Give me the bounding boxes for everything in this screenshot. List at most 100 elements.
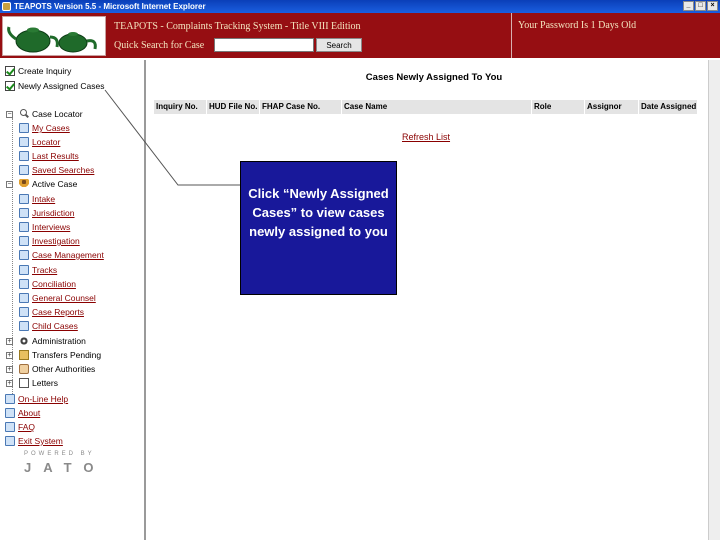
sidebar-item-label: My Cases bbox=[32, 123, 70, 133]
sidebar-item-tracks[interactable]: Tracks bbox=[19, 265, 57, 275]
window-controls: _ □ × bbox=[683, 1, 718, 11]
search-button[interactable]: Search bbox=[316, 38, 362, 52]
sidebar-item-label: Case Management bbox=[32, 250, 104, 260]
sidebar-item-label: Other Authorities bbox=[32, 364, 96, 374]
cases-table-header: Inquiry No. HUD File No. FHAP Case No. C… bbox=[154, 100, 698, 114]
quick-search-label: Quick Search for Case bbox=[114, 40, 205, 51]
page-icon bbox=[19, 165, 29, 175]
page-icon bbox=[5, 422, 15, 432]
sidebar-item-label: Transfers Pending bbox=[32, 350, 102, 360]
gear-icon bbox=[19, 336, 29, 346]
sidebar-item-label: Jurisdiction bbox=[32, 208, 75, 218]
main-content: Cases Newly Assigned To You Inquiry No. … bbox=[148, 60, 720, 540]
sidebar-item-case-reports[interactable]: Case Reports bbox=[19, 307, 84, 317]
page-icon bbox=[19, 137, 29, 147]
column-header[interactable]: Date Assigned bbox=[639, 100, 698, 114]
magnifier-icon bbox=[19, 109, 29, 119]
page-icon bbox=[19, 194, 29, 204]
page-icon bbox=[5, 408, 15, 418]
page-icon bbox=[19, 307, 29, 317]
sidebar-item-create-inquiry[interactable]: Create Inquiry bbox=[5, 66, 71, 76]
sidebar-item-intake[interactable]: Intake bbox=[19, 194, 55, 204]
sidebar-item-label: General Counsel bbox=[32, 293, 96, 303]
sidebar-item-label: FAQ bbox=[18, 422, 36, 432]
sidebar-item-locator[interactable]: Locator bbox=[19, 137, 60, 147]
sidebar: Create Inquiry Newly Assigned Cases − Ca… bbox=[0, 60, 146, 540]
column-header[interactable]: Inquiry No. bbox=[154, 100, 207, 114]
sidebar-item-label: Active Case bbox=[32, 179, 78, 189]
sidebar-item-jurisdiction[interactable]: Jurisdiction bbox=[19, 208, 75, 218]
sidebar-item-label: On-Line Help bbox=[18, 394, 69, 404]
teapot-logo-image bbox=[7, 26, 97, 53]
sidebar-item-case-management[interactable]: Case Management bbox=[19, 250, 104, 260]
sidebar-item-last-results[interactable]: Last Results bbox=[19, 151, 79, 161]
document-icon bbox=[19, 378, 29, 388]
window-title-bar: TEAPOTS Version 5.5 - Microsoft Internet… bbox=[0, 0, 720, 13]
sidebar-item-conciliation[interactable]: Conciliation bbox=[19, 279, 76, 289]
page-icon bbox=[5, 436, 15, 446]
sidebar-item-investigation[interactable]: Investigation bbox=[19, 236, 80, 246]
folder-icon bbox=[19, 350, 29, 360]
sidebar-item-administration[interactable]: Administration bbox=[19, 336, 86, 346]
hand-icon bbox=[19, 364, 29, 374]
sidebar-item-label: Saved Searches bbox=[32, 165, 95, 175]
sidebar-item-label: Letters bbox=[32, 378, 58, 388]
checkbox-icon bbox=[5, 81, 15, 91]
close-button[interactable]: × bbox=[707, 1, 718, 11]
expand-toggle[interactable]: − bbox=[6, 181, 13, 188]
sidebar-item-active-case[interactable]: Active Case bbox=[19, 179, 77, 189]
sidebar-item-child-cases[interactable]: Child Cases bbox=[19, 321, 78, 331]
sidebar-item-online-help[interactable]: On-Line Help bbox=[5, 394, 68, 404]
app-header: TEAPOTS - Complaints Tracking System - T… bbox=[0, 13, 720, 58]
sidebar-item-label: Intake bbox=[32, 194, 56, 204]
person-icon bbox=[19, 179, 29, 189]
sidebar-item-label: Investigation bbox=[32, 236, 80, 246]
sidebar-item-label: Child Cases bbox=[32, 321, 78, 331]
sidebar-item-label: Exit System bbox=[18, 436, 63, 446]
maximize-button[interactable]: □ bbox=[695, 1, 706, 11]
sidebar-item-exit-system[interactable]: Exit System bbox=[5, 436, 63, 446]
page-icon bbox=[19, 321, 29, 331]
sidebar-item-label: Administration bbox=[32, 336, 86, 346]
sidebar-item-label: Locator bbox=[32, 137, 61, 147]
column-header[interactable]: FHAP Case No. bbox=[260, 100, 342, 114]
sidebar-item-about[interactable]: About bbox=[5, 408, 40, 418]
page-icon bbox=[5, 394, 15, 404]
quick-search-input[interactable] bbox=[214, 38, 314, 52]
sidebar-item-label: Case Locator bbox=[32, 109, 83, 119]
page-icon bbox=[19, 279, 29, 289]
minimize-button[interactable]: _ bbox=[683, 1, 694, 11]
vertical-scrollbar[interactable] bbox=[708, 60, 720, 540]
expand-toggle[interactable]: − bbox=[6, 111, 13, 118]
sidebar-item-label: Tracks bbox=[32, 265, 58, 275]
page-icon bbox=[19, 236, 29, 246]
sidebar-item-my-cases[interactable]: My Cases bbox=[19, 123, 70, 133]
column-header[interactable]: HUD File No. bbox=[207, 100, 260, 114]
sidebar-item-label: Interviews bbox=[32, 222, 71, 232]
page-icon bbox=[19, 208, 29, 218]
expand-toggle[interactable]: + bbox=[6, 380, 13, 387]
sidebar-item-general-counsel[interactable]: General Counsel bbox=[19, 293, 96, 303]
jato-logo: JATO bbox=[24, 460, 106, 475]
teapot-logo bbox=[2, 16, 106, 56]
column-header[interactable]: Case Name bbox=[342, 100, 532, 114]
sidebar-item-faq[interactable]: FAQ bbox=[5, 422, 35, 432]
expand-toggle[interactable]: + bbox=[6, 352, 13, 359]
app-title: TEAPOTS - Complaints Tracking System - T… bbox=[114, 21, 361, 32]
page-icon bbox=[19, 293, 29, 303]
page-icon bbox=[19, 250, 29, 260]
sidebar-item-newly-assigned-cases[interactable]: Newly Assigned Cases bbox=[5, 81, 104, 91]
sidebar-item-label: Newly Assigned Cases bbox=[18, 81, 105, 91]
sidebar-item-case-locator[interactable]: Case Locator bbox=[19, 109, 83, 119]
refresh-list-link[interactable]: Refresh List bbox=[402, 132, 450, 142]
ie-app-icon bbox=[2, 2, 11, 11]
sidebar-item-saved-searches[interactable]: Saved Searches bbox=[19, 165, 94, 175]
expand-toggle[interactable]: + bbox=[6, 338, 13, 345]
column-header[interactable]: Assignor bbox=[585, 100, 639, 114]
sidebar-item-other-authorities[interactable]: Other Authorities bbox=[19, 364, 95, 374]
expand-toggle[interactable]: + bbox=[6, 366, 13, 373]
sidebar-item-letters[interactable]: Letters bbox=[19, 378, 58, 388]
sidebar-item-interviews[interactable]: Interviews bbox=[19, 222, 70, 232]
column-header[interactable]: Role bbox=[532, 100, 585, 114]
sidebar-item-transfers-pending[interactable]: Transfers Pending bbox=[19, 350, 101, 360]
